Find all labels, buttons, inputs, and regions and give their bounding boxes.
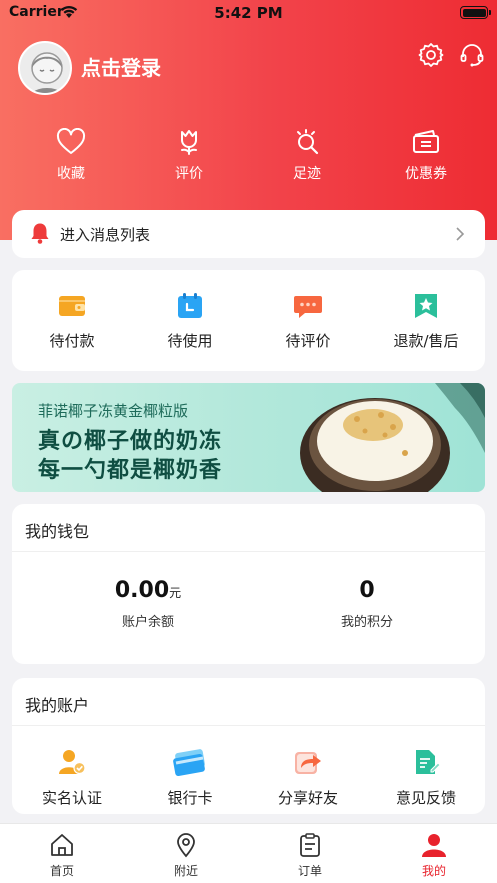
tab-nearby[interactable]: 附近: [146, 832, 226, 879]
account-item-verification[interactable]: 实名认证: [13, 748, 131, 808]
tab-orders[interactable]: 订单: [270, 832, 350, 879]
banner-headline-1: 真の椰子做的奶冻: [38, 429, 223, 454]
account-item-label: 分享好友: [277, 789, 338, 807]
chevron-right-icon: [455, 226, 465, 246]
divider: [12, 551, 485, 552]
balance-label: 账户余额: [121, 615, 174, 630]
quick-action-label: 评价: [175, 166, 203, 182]
footprint-icon: [297, 129, 319, 155]
order-refund-aftersale[interactable]: 退款/售后: [367, 292, 485, 351]
calendar-icon: [178, 293, 202, 318]
coconut-pudding-image: [300, 383, 485, 492]
account-item-share[interactable]: 分享好友: [249, 748, 367, 808]
message-list-label: 进入消息列表: [60, 226, 151, 244]
account-item-bank-card[interactable]: 银行卡: [131, 748, 249, 808]
order-status-label: 待使用: [167, 332, 213, 350]
account-item-label: 意见反馈: [395, 789, 456, 807]
feedback-icon: [416, 750, 441, 774]
wallet-icon: [59, 296, 85, 316]
tab-home[interactable]: 首页: [22, 832, 102, 879]
account-title: 我的账户: [25, 696, 90, 715]
points-label: 我的积分: [340, 615, 393, 630]
message-list-entry[interactable]: 进入消息列表: [12, 210, 485, 258]
login-link[interactable]: 点击登录: [81, 52, 161, 81]
tab-label: 附近: [173, 864, 198, 878]
tab-label: 订单: [297, 864, 322, 878]
avatar[interactable]: [18, 41, 72, 95]
bottom-tab-bar: 首页 附近 订单 我的: [0, 823, 497, 883]
share-icon: [295, 752, 321, 774]
battery-icon: [460, 6, 491, 19]
quick-action-footprints[interactable]: 足迹: [267, 128, 347, 183]
header-background: [0, 0, 497, 240]
quick-action-label: 优惠券: [405, 166, 447, 182]
verified-user-icon: [59, 750, 86, 775]
tab-label: 首页: [49, 864, 74, 878]
settings-gear-icon[interactable]: [418, 42, 444, 68]
account-item-label: 银行卡: [167, 789, 213, 807]
banner-headline-2: 每一勺都是椰奶香: [38, 458, 223, 483]
wallet-title: 我的钱包: [25, 522, 90, 541]
order-to-use[interactable]: 待使用: [131, 292, 249, 351]
order-to-review[interactable]: 待评价: [249, 292, 367, 351]
order-status-label: 待评价: [285, 332, 331, 350]
wallet-card: 我的钱包 0.00元 账户余额 0 我的积分: [12, 504, 485, 664]
bell-icon: [30, 222, 50, 248]
quick-action-label: 足迹: [293, 166, 321, 182]
tab-label: 我的: [421, 864, 446, 878]
star-badge-icon: [415, 294, 437, 318]
customer-service-headset-icon[interactable]: [459, 42, 485, 68]
tab-mine[interactable]: 我的: [394, 832, 474, 879]
order-status-card: 待付款 待使用 待评价 退款/售后: [12, 270, 485, 371]
divider: [12, 725, 485, 726]
clock: 5:42 PM: [214, 4, 283, 22]
banner-subtitle: 菲诺椰子冻黄金椰粒版: [38, 402, 189, 420]
account-item-label: 实名认证: [41, 789, 102, 807]
account-item-feedback[interactable]: 意见反馈: [367, 748, 485, 808]
heart-icon: [56, 128, 86, 154]
order-pending-payment[interactable]: 待付款: [13, 292, 131, 351]
quick-action-favorites[interactable]: 收藏: [31, 128, 111, 183]
home-icon: [51, 834, 73, 856]
location-icon: [177, 833, 195, 858]
bank-card-icon: [173, 749, 205, 776]
coupon-icon: [413, 130, 439, 153]
balance-unit: 元: [169, 586, 182, 600]
quick-action-coupons[interactable]: 优惠券: [386, 128, 466, 183]
my-points[interactable]: 0 我的积分: [267, 578, 467, 630]
balance-value: 0.00: [114, 578, 170, 603]
quick-action-label: 收藏: [57, 166, 85, 182]
tulip-icon: [181, 130, 197, 155]
promo-banner[interactable]: 菲诺椰子冻黄金椰粒版 真の椰子做的奶冻 每一勺都是椰奶香: [12, 383, 485, 492]
quick-action-reviews[interactable]: 评价: [149, 128, 229, 183]
user-icon: [422, 834, 446, 857]
order-status-label: 退款/售后: [393, 332, 459, 350]
chat-icon: [294, 296, 322, 318]
status-bar: Carrier 5:42 PM: [0, 0, 497, 26]
clipboard-icon: [300, 833, 320, 857]
points-value: 0: [359, 578, 375, 603]
account-balance[interactable]: 0.00元 账户余额: [48, 578, 248, 630]
order-status-label: 待付款: [49, 332, 95, 350]
account-card: 我的账户 实名认证 银行卡 分享好友 意见反馈: [12, 678, 485, 814]
